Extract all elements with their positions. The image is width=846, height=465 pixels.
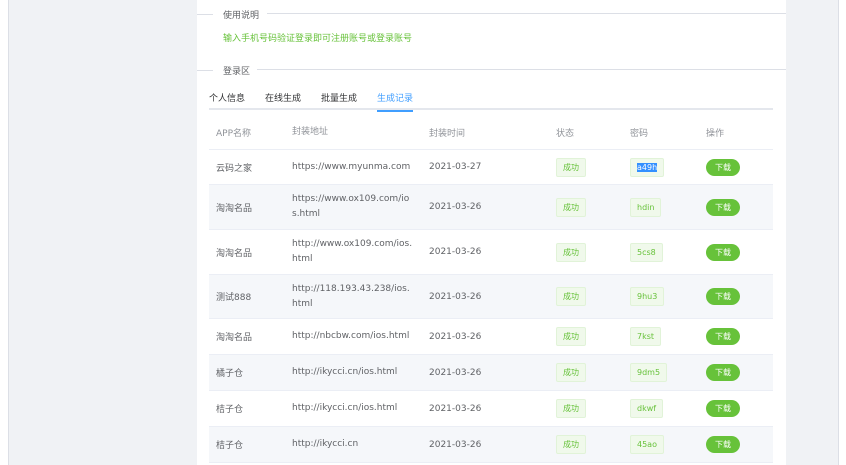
cell-url: https://www.ox109.com/ios.html (292, 194, 410, 219)
header-app-name: APP名称 (216, 129, 252, 139)
code-badge: 9hu3 (630, 287, 665, 306)
cell-time: 2021-03-26 (429, 367, 482, 378)
code-badge: 7kst (630, 327, 662, 346)
tab-batch-generate[interactable]: 批量生成 (321, 91, 357, 110)
cell-app-name: 淘淘名品 (216, 248, 253, 259)
table-row: 桔子仓 http://ikycci.cn 2021-03-26 成功 45ao … (209, 427, 773, 463)
status-badge: 成功 (556, 287, 586, 306)
code-badge: hdin (630, 197, 662, 217)
tab-bar: 个人信息 在线生成 批量生成 生成记录 (209, 91, 773, 112)
header-url: 封装地址 (292, 127, 329, 137)
usage-title: 使用说明 (223, 11, 260, 21)
tab-online-generate[interactable]: 在线生成 (265, 91, 301, 110)
cell-url: https://www.myunma.com (292, 161, 411, 172)
table-header: APP名称 封装地址 封装时间 状态 密码 操作 (209, 116, 773, 150)
usage-instructions: 输入手机号码验证登录即可注册账号或登录账号 (223, 34, 413, 44)
code-badge: a49h (630, 157, 665, 177)
download-button[interactable]: 下载 (706, 328, 740, 345)
divider-right (257, 69, 786, 70)
download-button[interactable]: 下载 (706, 364, 740, 381)
status-badge: 成功 (556, 363, 586, 382)
usage-section-header: 使用说明 (197, 8, 786, 21)
left-page-edge (0, 0, 9, 465)
header-status: 状态 (556, 129, 575, 139)
table-row: 云码之家 https://www.myunma.com 2021-03-27 成… (209, 150, 773, 185)
cell-url: http://ikycci.cn/ios.html (292, 403, 398, 413)
download-button[interactable]: 下载 (706, 158, 740, 176)
cell-url: http://ikycci.cn/ios.html (292, 367, 398, 377)
tab-personal-info[interactable]: 个人信息 (209, 91, 245, 110)
cell-time: 2021-03-26 (429, 202, 482, 212)
status-badge: 成功 (556, 157, 586, 177)
code-badge: 45ao (630, 435, 664, 454)
records-table: APP名称 封装地址 封装时间 状态 密码 操作 云码之家 https://ww… (209, 116, 773, 463)
cell-app-name: 云码之家 (216, 163, 253, 174)
cell-url: http://118.193.43.238/ios.html (292, 283, 410, 309)
table-row: 桔子仓 http://ikycci.cn/ios.html 2021-03-26… (209, 391, 773, 427)
status-badge: 成功 (556, 242, 586, 262)
table-row: 淘淘名品 https://www.ox109.com/ios.html 2021… (209, 185, 773, 230)
download-button[interactable]: 下载 (706, 436, 740, 453)
cell-time: 2021-03-26 (429, 439, 482, 450)
right-page-edge (838, 0, 846, 465)
cell-app-name: 橘子仓 (216, 369, 244, 379)
cell-app-name: 淘淘名品 (216, 333, 253, 343)
divider-right (267, 13, 786, 14)
table-row: 淘淘名品 http://www.ox109.com/ios.html 2021-… (209, 230, 773, 275)
tab-generate-records[interactable]: 生成记录 (377, 91, 414, 112)
cell-time: 2021-03-27 (429, 162, 482, 172)
cell-url: http://nbcbw.com/ios.html (292, 331, 410, 341)
cell-app-name: 桔子仓 (216, 405, 244, 415)
cell-time: 2021-03-26 (429, 247, 482, 257)
header-action: 操作 (706, 129, 725, 139)
cell-time: 2021-03-26 (429, 331, 482, 342)
login-area-title: 登录区 (223, 67, 251, 77)
cell-url: http://ikycci.cn (292, 439, 359, 449)
code-text: a49h (637, 162, 658, 172)
status-badge: 成功 (556, 435, 586, 454)
cell-app-name: 测试888 (216, 293, 252, 303)
cell-time: 2021-03-26 (429, 291, 482, 302)
cell-time: 2021-03-26 (429, 403, 482, 414)
download-button[interactable]: 下载 (706, 288, 740, 305)
code-badge: 5cs8 (630, 242, 663, 262)
code-badge: dkwf (630, 399, 664, 418)
status-badge: 成功 (556, 327, 586, 346)
cell-app-name: 桔子仓 (216, 441, 244, 451)
status-badge: 成功 (556, 399, 586, 418)
download-button[interactable]: 下载 (706, 400, 740, 417)
table-row: 测试888 http://118.193.43.238/ios.html 202… (209, 275, 773, 319)
download-button[interactable]: 下载 (706, 243, 740, 261)
download-button[interactable]: 下载 (706, 198, 740, 216)
table-row: 橘子仓 http://ikycci.cn/ios.html 2021-03-26… (209, 355, 773, 391)
cell-app-name: 淘淘名品 (216, 203, 253, 214)
header-code: 密码 (630, 129, 649, 139)
divider-left (197, 70, 213, 71)
cell-url: http://www.ox109.com/ios.html (292, 239, 413, 264)
table-row: 淘淘名品 http://nbcbw.com/ios.html 2021-03-2… (209, 319, 773, 355)
login-area-header: 登录区 (197, 64, 786, 77)
status-badge: 成功 (556, 197, 586, 217)
header-time: 封装时间 (429, 129, 466, 139)
code-badge: 9dm5 (630, 363, 668, 382)
divider-left (197, 14, 213, 15)
content-panel: 使用说明 输入手机号码验证登录即可注册账号或登录账号 登录区 个人信息 在线生成… (197, 0, 786, 465)
